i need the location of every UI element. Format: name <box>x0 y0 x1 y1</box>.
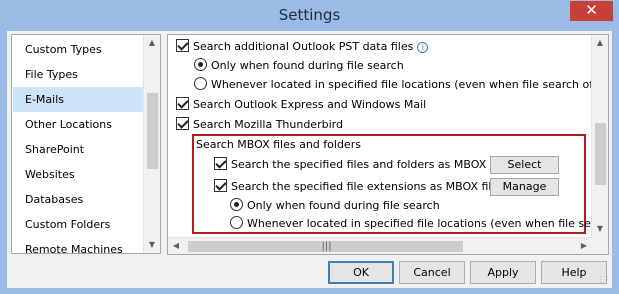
sidebar-item-databases[interactable]: Databases <box>13 187 145 212</box>
sidebar-item-custom-types[interactable]: Custom Types <box>13 37 145 62</box>
options-horizontal-scrollbar[interactable]: ◀ ||| ▶ <box>168 237 592 254</box>
pst-whenever-label: Whenever located in specified file locat… <box>211 78 602 91</box>
mbox-specified-extensions-label: Search the specified file extensions as … <box>231 180 508 193</box>
search-outlook-express-label: Search Outlook Express and Windows Mail <box>193 98 427 111</box>
sidebar-item-websites[interactable]: Websites <box>13 162 145 187</box>
mbox-specified-extensions-checkbox[interactable] <box>214 179 227 192</box>
dialog-client: Custom Types File Types E-Mails Other Lo… <box>7 31 612 288</box>
search-outlook-express-checkbox[interactable] <box>176 97 189 110</box>
pst-whenever-option[interactable]: Whenever located in specified file locat… <box>194 76 601 94</box>
sidebar-item-other-locations[interactable]: Other Locations <box>13 112 145 137</box>
resize-grip-icon[interactable]: · · · · · <box>600 275 610 287</box>
pst-whenever-radio[interactable] <box>194 77 207 90</box>
email-options-panel: Search additional Outlook PST data files… <box>167 34 609 255</box>
close-icon[interactable]: ✕ <box>585 1 598 19</box>
options-vertical-scroll-thumb[interactable] <box>595 123 606 185</box>
chevron-down-icon[interactable]: ▼ <box>592 221 608 237</box>
options-vertical-scrollbar[interactable]: ▲ ▼ <box>591 35 608 237</box>
title-bar[interactable]: Settings ✕ <box>0 0 619 33</box>
info-icon[interactable]: i <box>417 42 429 53</box>
search-pst-option[interactable]: Search additional Outlook PST data files… <box>176 38 429 56</box>
mbox-specified-files-option[interactable]: Search the specified files and folders a… <box>214 156 516 174</box>
mbox-specified-files-label: Search the specified files and folders a… <box>231 158 516 171</box>
search-thunderbird-checkbox[interactable] <box>176 117 189 130</box>
manage-button[interactable]: Manage <box>490 178 559 196</box>
category-list-scrollbar[interactable]: ▲ ▼ <box>143 35 160 253</box>
mbox-highlight-box: Search MBOX files and folders Search the… <box>192 134 608 234</box>
search-pst-checkbox[interactable] <box>176 39 189 52</box>
chevron-down-icon[interactable]: ▼ <box>144 237 160 253</box>
mbox-only-found-label: Only when found during file search <box>247 199 440 212</box>
search-thunderbird-option[interactable]: Search Mozilla Thunderbird <box>176 116 343 134</box>
sidebar-item-file-types[interactable]: File Types <box>13 62 145 87</box>
mbox-specified-files-checkbox[interactable] <box>214 157 227 170</box>
options-horizontal-scroll-thumb[interactable]: ||| <box>188 241 463 252</box>
search-thunderbird-label: Search Mozilla Thunderbird <box>193 118 343 131</box>
ok-button[interactable]: OK <box>328 261 394 284</box>
sidebar-item-custom-folders[interactable]: Custom Folders <box>13 212 145 237</box>
mbox-whenever-radio[interactable] <box>230 216 243 229</box>
pst-only-found-option[interactable]: Only when found during file search <box>194 57 404 75</box>
mbox-only-found-option[interactable]: Only when found during file search <box>230 197 440 215</box>
category-list-scroll-thumb[interactable] <box>147 93 158 169</box>
mbox-specified-extensions-option[interactable]: Search the specified file extensions as … <box>214 178 508 196</box>
chevron-up-icon[interactable]: ▲ <box>144 35 160 51</box>
cancel-button[interactable]: Cancel <box>399 261 465 284</box>
chevron-left-icon[interactable]: ◀ <box>168 238 184 254</box>
sidebar-item-remote-machines[interactable]: Remote Machines <box>13 237 145 253</box>
mbox-group-label: Search MBOX files and folders <box>196 138 361 151</box>
window-title: Settings <box>278 6 341 24</box>
close-button[interactable]: ✕ <box>570 1 613 21</box>
sidebar-item-sharepoint[interactable]: SharePoint <box>13 137 145 162</box>
category-list[interactable]: Custom Types File Types E-Mails Other Lo… <box>11 34 161 254</box>
settings-window: Settings ✕ Custom Types File Types E-Mai… <box>0 0 619 294</box>
apply-button[interactable]: Apply <box>470 261 536 284</box>
sidebar-item-e-mails[interactable]: E-Mails <box>13 87 145 112</box>
search-pst-label: Search additional Outlook PST data files <box>193 40 414 53</box>
search-outlook-express-option[interactable]: Search Outlook Express and Windows Mail <box>176 96 426 114</box>
pst-only-found-label: Only when found during file search <box>211 59 404 72</box>
pst-only-found-radio[interactable] <box>194 58 207 71</box>
select-button[interactable]: Select <box>490 156 559 174</box>
chevron-right-icon[interactable]: ▶ <box>576 238 592 254</box>
scrollbar-corner <box>591 237 608 254</box>
mbox-only-found-radio[interactable] <box>230 198 243 211</box>
mbox-whenever-label: Whenever located in specified file locat… <box>247 217 609 230</box>
mbox-whenever-option[interactable]: Whenever located in specified file locat… <box>230 215 609 233</box>
chevron-up-icon[interactable]: ▲ <box>592 35 608 51</box>
help-button[interactable]: Help <box>541 261 607 284</box>
